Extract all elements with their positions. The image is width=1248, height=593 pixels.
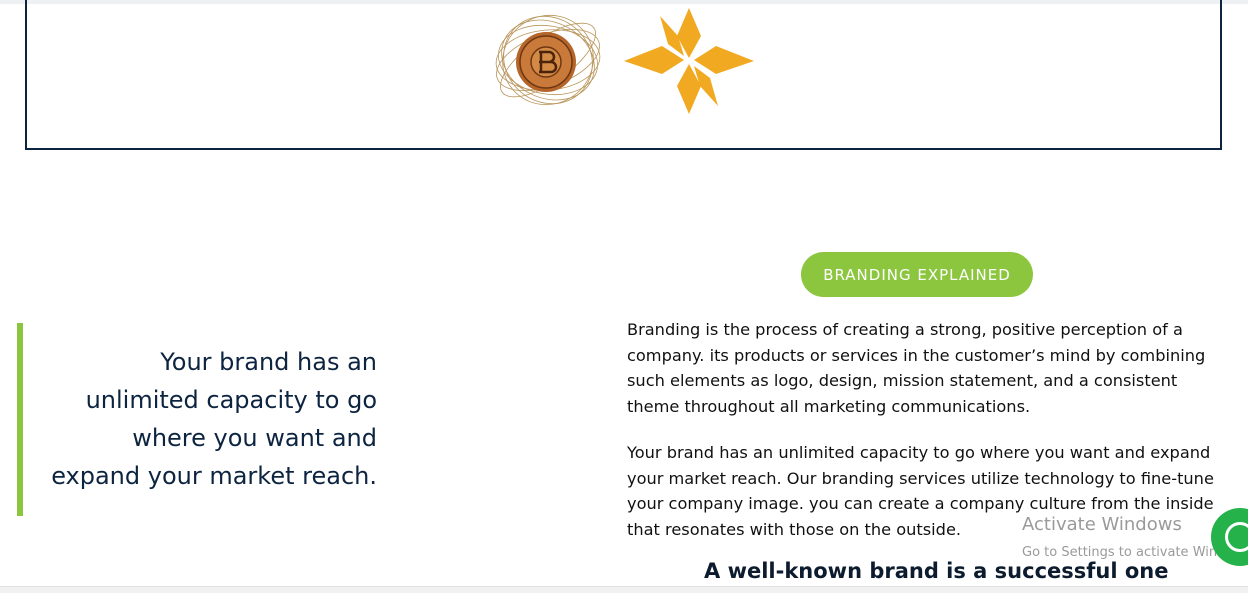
brand-quote: Your brand has an unlimited capacity to …: [51, 348, 377, 490]
branding-explained-pill[interactable]: BRANDING EXPLAINED: [801, 252, 1033, 297]
activate-title: Activate Windows: [1022, 514, 1182, 535]
chat-bubble-icon: [1225, 522, 1248, 552]
branding-paragraph-1: Branding is the process of creating a st…: [627, 320, 1206, 416]
coin-emblem-logo: [495, 14, 601, 106]
quote-accent-bar: [17, 323, 23, 516]
orange-star-logo: [624, 8, 754, 114]
